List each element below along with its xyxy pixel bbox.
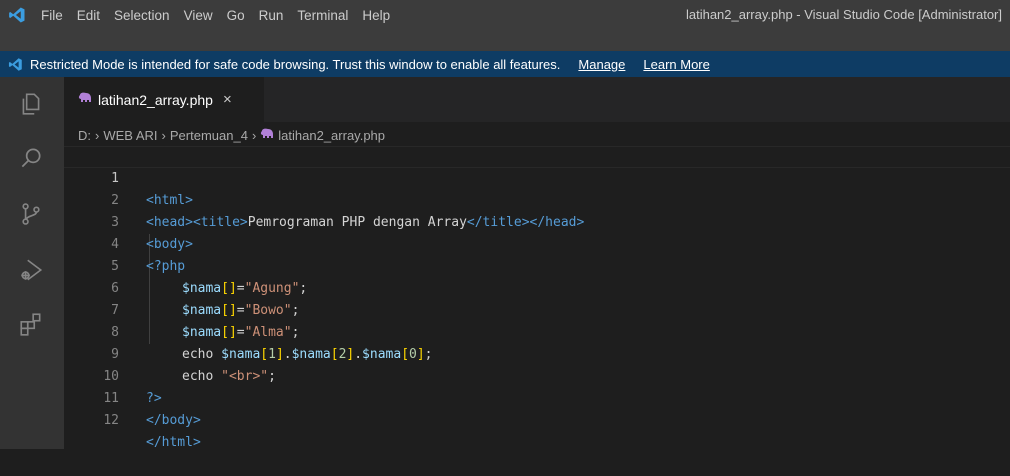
breadcrumb-folder[interactable]: WEB ARI bbox=[103, 128, 157, 143]
menu-help[interactable]: Help bbox=[355, 8, 397, 23]
learn-more-link[interactable]: Learn More bbox=[643, 57, 709, 72]
tab-label: latihan2_array.php bbox=[98, 91, 213, 108]
breadcrumb-file[interactable]: latihan2_array.php bbox=[278, 128, 385, 143]
activity-bar bbox=[0, 77, 64, 449]
breadcrumb-drive[interactable]: D: bbox=[78, 128, 91, 143]
extensions-icon[interactable] bbox=[16, 309, 46, 339]
title-bar-spacer bbox=[0, 30, 1010, 51]
line-number: 12 bbox=[103, 413, 119, 428]
source-control-icon[interactable] bbox=[16, 199, 46, 229]
chevron-right-icon: › bbox=[251, 127, 257, 143]
manage-link[interactable]: Manage bbox=[578, 57, 625, 72]
explorer-icon[interactable] bbox=[16, 89, 46, 119]
code-line[interactable]: 4 <?php bbox=[64, 212, 1010, 274]
close-icon[interactable]: × bbox=[223, 91, 232, 108]
code-line[interactable]: 7 $nama[]="Alma"; bbox=[64, 278, 1010, 340]
code-line[interactable]: 2 <head><title>Pemrograman PHP dengan Ar… bbox=[64, 168, 1010, 230]
code-editor[interactable]: 1 <html> 2 <head><title>Pemrograman PHP … bbox=[64, 146, 1010, 450]
title-bar: File Edit Selection View Go Run Terminal… bbox=[0, 0, 1010, 30]
chevron-right-icon: › bbox=[161, 127, 166, 143]
breadcrumb: D: › WEB ARI › Pertemuan_4 › latihan2_ar… bbox=[78, 125, 385, 145]
vscode-logo-icon bbox=[4, 57, 26, 72]
php-elephant-icon bbox=[260, 128, 274, 143]
menu-go[interactable]: Go bbox=[220, 8, 252, 23]
code-line[interactable]: 1 <html> bbox=[64, 146, 1010, 208]
search-icon[interactable] bbox=[16, 143, 46, 173]
code-line[interactable]: 5 $nama[]="Agung"; bbox=[64, 234, 1010, 296]
menu-bar: File Edit Selection View Go Run Terminal… bbox=[34, 8, 397, 23]
menu-file[interactable]: File bbox=[34, 8, 70, 23]
code-line[interactable]: 11 </body> bbox=[64, 366, 1010, 428]
code-line[interactable]: 8 echo $nama[1].$nama[2].$nama[0]; bbox=[64, 300, 1010, 362]
menu-terminal[interactable]: Terminal bbox=[290, 8, 355, 23]
chevron-right-icon: › bbox=[95, 127, 100, 143]
code-token: </html> bbox=[146, 435, 201, 450]
vscode-logo-icon bbox=[0, 0, 34, 30]
restricted-mode-banner: Restricted Mode is intended for safe cod… bbox=[0, 51, 1010, 77]
menu-run[interactable]: Run bbox=[252, 8, 291, 23]
code-line[interactable]: 9 echo "<br>"; bbox=[64, 322, 1010, 384]
code-line[interactable]: 3 <body> bbox=[64, 190, 1010, 252]
restricted-mode-message: Restricted Mode is intended for safe cod… bbox=[30, 56, 561, 72]
code-token: </body> bbox=[146, 413, 201, 428]
window-title: latihan2_array.php - Visual Studio Code … bbox=[685, 7, 1002, 22]
menu-selection[interactable]: Selection bbox=[107, 8, 177, 23]
run-debug-icon[interactable] bbox=[16, 255, 46, 285]
code-line[interactable]: 10 ?> bbox=[64, 344, 1010, 406]
menu-view[interactable]: View bbox=[177, 8, 220, 23]
tab-latihan2-array[interactable]: latihan2_array.php × bbox=[64, 77, 264, 122]
code-line[interactable]: 12 </html> bbox=[64, 388, 1010, 450]
breadcrumb-subfolder[interactable]: Pertemuan_4 bbox=[170, 128, 248, 143]
menu-edit[interactable]: Edit bbox=[70, 8, 107, 23]
php-elephant-icon bbox=[78, 92, 92, 107]
code-line[interactable]: 6 $nama[]="Bowo"; bbox=[64, 256, 1010, 318]
editor-tabs: latihan2_array.php × bbox=[64, 77, 1010, 122]
